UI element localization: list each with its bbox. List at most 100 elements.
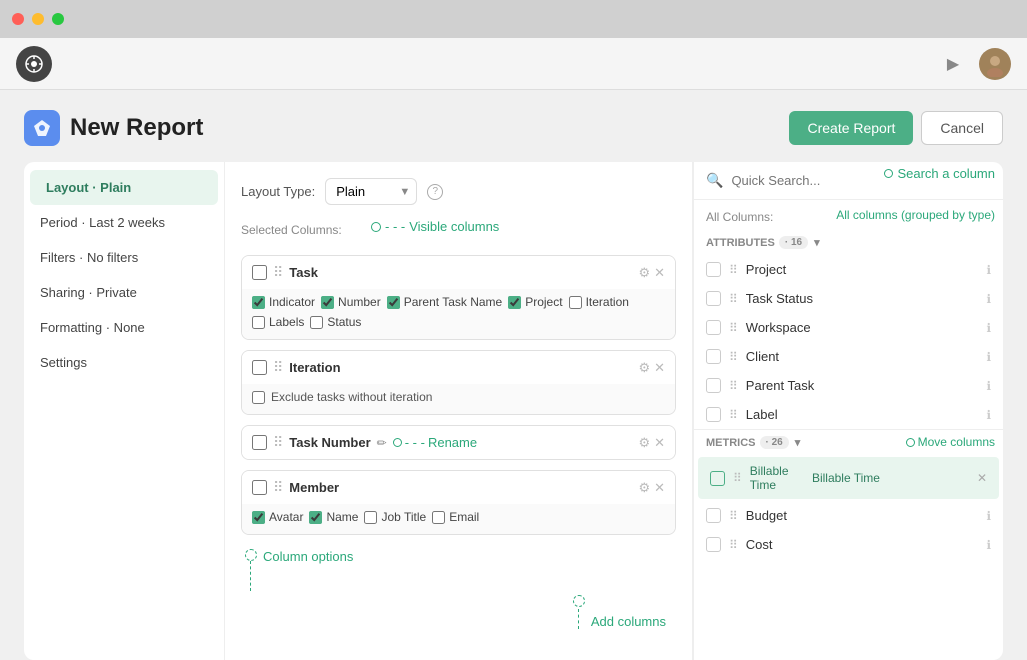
task-number-card-title: Task Number <box>289 435 370 450</box>
task-status-info-icon[interactable]: ℹ <box>986 292 991 306</box>
sidebar-item-formatting[interactable]: Formatting · None <box>24 310 224 345</box>
label-name: Label <box>746 407 979 422</box>
search-input[interactable] <box>731 173 991 188</box>
sidebar-item-period[interactable]: Period · Last 2 weeks <box>24 205 224 240</box>
attributes-chevron: ▾ <box>814 236 820 249</box>
task-option-iteration[interactable]: Iteration <box>569 295 629 309</box>
workspace-info-icon[interactable]: ℹ <box>986 321 991 335</box>
traffic-light-red[interactable] <box>12 13 24 25</box>
project-checkbox[interactable] <box>706 262 721 277</box>
member-option-name[interactable]: Name <box>309 510 358 524</box>
sidebar-item-layout[interactable]: Layout · Plain <box>30 170 218 205</box>
budget-drag-icon: ⠿ <box>729 509 738 523</box>
task-option-status[interactable]: Status <box>310 315 361 329</box>
task-drag-handle[interactable]: ⠿ <box>273 264 283 281</box>
member-close-icon[interactable]: ✕ <box>654 480 665 496</box>
right-col-project[interactable]: ⠿ Project ℹ <box>694 255 1003 284</box>
task-option-parent-task-name[interactable]: Parent Task Name <box>387 295 503 309</box>
cost-checkbox[interactable] <box>706 537 721 552</box>
client-checkbox[interactable] <box>706 349 721 364</box>
task-status-drag-icon: ⠿ <box>729 292 738 306</box>
member-card-header: ⠿ Member ⚙ ✕ <box>242 471 675 504</box>
label-info-icon[interactable]: ℹ <box>986 408 991 422</box>
project-info-icon[interactable]: ℹ <box>986 263 991 277</box>
member-option-avatar[interactable]: Avatar <box>252 510 303 524</box>
member-drag-handle[interactable]: ⠿ <box>273 479 283 496</box>
iteration-settings-icon[interactable]: ⚙ <box>638 360 650 376</box>
client-info-icon[interactable]: ℹ <box>986 350 991 364</box>
task-option-labels[interactable]: Labels <box>252 315 304 329</box>
layout-info-icon[interactable]: ? <box>427 184 443 200</box>
create-report-button[interactable]: Create Report <box>789 111 913 145</box>
task-status-checkbox[interactable] <box>706 291 721 306</box>
task-settings-icon[interactable]: ⚙ <box>638 265 650 281</box>
task-number-card-header: ⠿ Task Number ✏ - - - Rename ⚙ ✕ <box>242 426 675 459</box>
cancel-button[interactable]: Cancel <box>921 111 1003 145</box>
bottom-annotations: Column options <box>241 545 676 595</box>
add-cols-annotation: Add columns <box>591 614 666 629</box>
task-close-icon[interactable]: ✕ <box>654 265 665 281</box>
all-cols-header: All Columns: All columns (grouped by typ… <box>694 200 1003 230</box>
billable-time-close-icon[interactable]: ✕ <box>977 471 987 485</box>
rename-icon[interactable]: ✏ <box>377 436 387 450</box>
member-settings-icon[interactable]: ⚙ <box>638 480 650 496</box>
project-drag-icon: ⠿ <box>729 263 738 277</box>
task-option-project[interactable]: Project <box>508 295 562 309</box>
member-card-checkbox[interactable] <box>252 480 267 495</box>
page-title-row: New Report <box>24 110 203 146</box>
workspace-checkbox[interactable] <box>706 320 721 335</box>
budget-checkbox[interactable] <box>706 508 721 523</box>
right-col-cost[interactable]: ⠿ Cost ℹ <box>694 530 1003 559</box>
iteration-close-icon[interactable]: ✕ <box>654 360 665 376</box>
billable-time-input[interactable] <box>810 469 969 487</box>
member-option-email[interactable]: Email <box>432 510 479 524</box>
task-option-number[interactable]: Number <box>321 295 381 309</box>
middle-panel: Layout Type: Plain Summary Detailed ▼ ? … <box>224 162 693 660</box>
budget-info-icon[interactable]: ℹ <box>986 509 991 523</box>
nav-right: ▶ <box>939 48 1011 80</box>
traffic-light-yellow[interactable] <box>32 13 44 25</box>
metrics-group-header[interactable]: METRICS · 26 ▾ <box>694 429 1003 455</box>
right-col-parent-task[interactable]: ⠿ Parent Task ℹ <box>694 371 1003 400</box>
right-col-task-status[interactable]: ⠿ Task Status ℹ <box>694 284 1003 313</box>
cost-info-icon[interactable]: ℹ <box>986 538 991 552</box>
cost-name: Cost <box>746 537 979 552</box>
traffic-light-green[interactable] <box>52 13 64 25</box>
attributes-group-header[interactable]: ATTRIBUTES · 16 ▾ <box>694 230 1003 255</box>
parent-task-info-icon[interactable]: ℹ <box>986 379 991 393</box>
member-card-body: Avatar Name Job Title Email <box>242 504 675 534</box>
sidebar-item-sharing[interactable]: Sharing · Private <box>24 275 224 310</box>
user-avatar[interactable] <box>979 48 1011 80</box>
task-number-close-icon[interactable]: ✕ <box>654 435 665 451</box>
right-col-workspace[interactable]: ⠿ Workspace ℹ <box>694 313 1003 342</box>
iteration-card-checkbox[interactable] <box>252 360 267 375</box>
right-col-billable-time[interactable]: ⠿ Billable Time ✕ <box>698 457 999 499</box>
task-option-indicator[interactable]: Indicator <box>252 295 315 309</box>
layout-type-select[interactable]: Plain Summary Detailed <box>325 178 417 205</box>
col-options-section: Column options <box>245 549 353 591</box>
iteration-drag-handle[interactable]: ⠿ <box>273 359 283 376</box>
task-number-settings-icon[interactable]: ⚙ <box>638 435 650 451</box>
billable-time-checkbox[interactable] <box>710 471 725 486</box>
add-cols-circle <box>573 595 585 607</box>
play-button[interactable]: ▶ <box>939 50 967 78</box>
task-number-drag-handle[interactable]: ⠿ <box>273 434 283 451</box>
iteration-card-actions: ⚙ ✕ <box>638 360 665 376</box>
task-card-actions: ⚙ ✕ <box>638 265 665 281</box>
label-checkbox[interactable] <box>706 407 721 422</box>
task-number-card-checkbox[interactable] <box>252 435 267 450</box>
task-card: ⠿ Task ⚙ ✕ Indicator Number Pare <box>241 255 676 340</box>
right-col-budget[interactable]: ⠿ Budget ℹ <box>694 501 1003 530</box>
parent-task-checkbox[interactable] <box>706 378 721 393</box>
right-col-client[interactable]: ⠿ Client ℹ <box>694 342 1003 371</box>
right-panel-scroll[interactable]: ATTRIBUTES · 16 ▾ ⠿ Project ℹ ⠿ Task Sta… <box>694 230 1003 660</box>
sidebar-item-settings[interactable]: Settings <box>24 345 224 380</box>
task-card-title: Task <box>289 265 632 280</box>
exclude-iteration-option[interactable]: Exclude tasks without iteration <box>252 390 432 404</box>
task-card-checkbox[interactable] <box>252 265 267 280</box>
member-option-job-title[interactable]: Job Title <box>364 510 426 524</box>
right-col-label[interactable]: ⠿ Label ℹ <box>694 400 1003 429</box>
parent-task-name: Parent Task <box>746 378 979 393</box>
task-number-card-actions: ⚙ ✕ <box>638 435 665 451</box>
sidebar-item-filters[interactable]: Filters · No filters <box>24 240 224 275</box>
